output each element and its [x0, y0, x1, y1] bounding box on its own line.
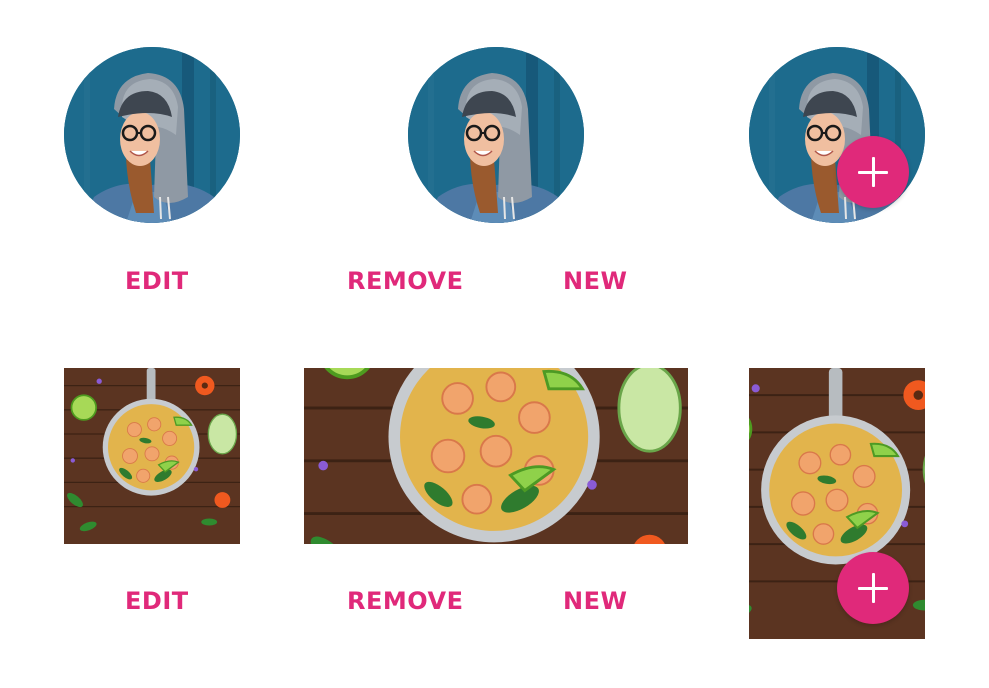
photo-remove-button[interactable]: REMOVE [347, 586, 463, 616]
avatar-remove [408, 47, 584, 223]
photo-edit-button[interactable]: EDIT [125, 586, 189, 616]
add-avatar-fab[interactable] [837, 136, 909, 208]
avatar-remove-button[interactable]: REMOVE [347, 266, 463, 296]
add-photo-fab[interactable] [837, 552, 909, 624]
avatar-edit-button[interactable]: EDIT [125, 266, 189, 296]
avatar-edit [64, 47, 240, 223]
avatar-new-button[interactable]: NEW [563, 266, 627, 296]
photo-new-button[interactable]: NEW [563, 586, 627, 616]
photo-square [64, 368, 240, 544]
photo-wide [304, 368, 688, 544]
